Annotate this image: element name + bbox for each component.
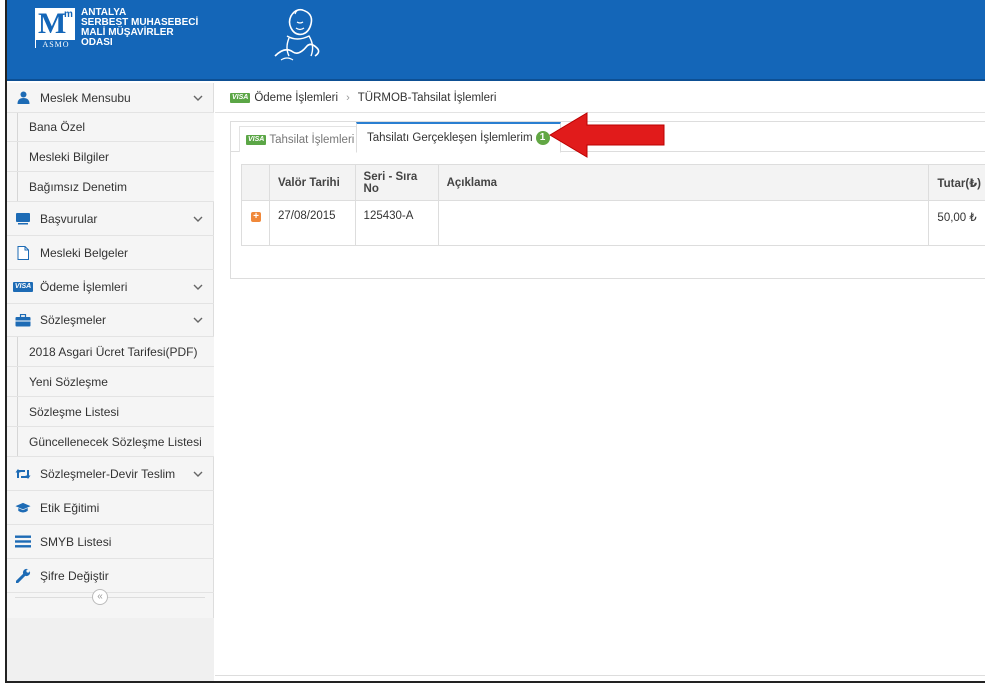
tab-tahsilati-gerceklesen-islemlerim[interactable]: Tahsilatı Gerçekleşen İşlemlerim 1 xyxy=(356,122,561,153)
chevron-down-icon xyxy=(193,284,203,290)
column-header-tutar[interactable]: Tutar(₺) xyxy=(928,164,985,201)
main-content: VISA Ödeme İşlemleri › TÜRMOB-Tahsilat İ… xyxy=(215,83,985,681)
breadcrumb-item-odeme-islemleri[interactable]: Ödeme İşlemleri xyxy=(254,92,338,104)
sidebar-subitem-yeni-sozlesme[interactable]: Yeni Sözleşme xyxy=(7,367,214,397)
document-icon xyxy=(15,245,31,260)
org-name: ANTALYA SERBEST MUHASEBECİ MALİ MÜŞAVİRL… xyxy=(81,8,198,48)
sidebar-item-label: 2018 Asgari Ücret Tarifesi(PDF) xyxy=(29,344,198,359)
sidebar-item-label: Sözleşmeler xyxy=(40,313,107,327)
table-header-row: Valör Tarihi Seri - Sıra No Açıklama Tut… xyxy=(241,164,985,201)
visa-icon: VISA xyxy=(12,281,34,292)
sidebar-item-label: Mesleki Belgeler xyxy=(40,245,129,260)
chevron-down-icon xyxy=(193,95,203,101)
main-footer-divider xyxy=(215,675,985,676)
sidebar-item-label: Mesleki Bilgiler xyxy=(29,149,110,164)
tab-label: Tahsilat İşlemleri xyxy=(269,133,355,146)
plus-icon[interactable]: + xyxy=(251,212,261,222)
sidebar-subitem-asgari-ucret-tarifesi[interactable]: 2018 Asgari Ücret Tarifesi(PDF) xyxy=(7,337,214,367)
sidebar-item-label: Yeni Sözleşme xyxy=(29,374,108,389)
visa-icon: VISA xyxy=(230,92,251,103)
sidebar-item-sifre-degistir[interactable]: Şifre Değiştir xyxy=(7,559,214,593)
sidebar-item-label: Ödeme İşlemleri xyxy=(40,279,128,294)
sidebar-item-sozlesmeler-devir-teslim[interactable]: Sözleşmeler-Devir Teslim xyxy=(7,457,214,491)
tab-tahsilat-islemleri[interactable]: VISA Tahsilat İşlemleri xyxy=(239,126,362,152)
sidebar-item-label: Bağımsız Denetim xyxy=(29,179,128,194)
asmo-logo[interactable]: M m ASMO ANTALYA SERBEST MUHASEBECİ MALİ… xyxy=(35,7,198,49)
sidebar-item-odeme-islemleri[interactable]: VISA Ödeme İşlemleri xyxy=(7,270,214,304)
briefcase-icon xyxy=(15,313,31,327)
sidebar-item-basvurular[interactable]: Başvurular xyxy=(7,202,214,236)
wrench-icon xyxy=(15,568,31,583)
sidebar-item-label: Sözleşme Listesi xyxy=(29,404,120,419)
sidebar-subitem-mesleki-bilgiler[interactable]: Mesleki Bilgiler xyxy=(7,142,214,172)
app-frame: M m ASMO ANTALYA SERBEST MUHASEBECİ MALİ… xyxy=(5,0,985,683)
sidebar-item-meslek-mensubu[interactable]: Meslek Mensubu xyxy=(7,83,214,113)
sidebar-item-label: Şifre Değiştir xyxy=(40,568,109,583)
user-icon xyxy=(15,91,31,105)
logo-letter: M xyxy=(38,7,67,40)
sidebar-item-label: Sözleşmeler-Devir Teslim xyxy=(40,466,176,481)
tab-label: Tahsilatı Gerçekleşen İşlemlerim xyxy=(367,132,533,144)
breadcrumb-item-turmob-tahsilat: TÜRMOB-Tahsilat İşlemleri xyxy=(357,91,497,104)
column-header-seri-sira-no[interactable]: Seri - Sıra No xyxy=(354,164,439,201)
expand-column-header xyxy=(241,164,270,201)
top-header: M m ASMO ANTALYA SERBEST MUHASEBECİ MALİ… xyxy=(7,0,985,81)
column-header-valor-tarihi[interactable]: Valör Tarihi xyxy=(269,164,356,201)
sidebar-subitem-bagimsiz-denetim[interactable]: Bağımsız Denetim xyxy=(7,172,214,202)
breadcrumb: VISA Ödeme İşlemleri › TÜRMOB-Tahsilat İ… xyxy=(215,83,985,113)
sidebar-footer-area xyxy=(7,618,214,681)
ataturk-signature-icon xyxy=(274,8,320,61)
double-chevron-left-icon: « xyxy=(97,591,103,602)
tahsilat-table: Valör Tarihi Seri - Sıra No Açıklama Tut… xyxy=(241,164,985,246)
sidebar-item-label: SMYB Listesi xyxy=(40,534,112,549)
red-arrow-icon xyxy=(549,112,665,158)
monitor-icon xyxy=(15,212,31,226)
column-header-aciklama[interactable]: Açıklama xyxy=(437,164,930,201)
sidebar-item-mesleki-belgeler[interactable]: Mesleki Belgeler xyxy=(7,236,214,270)
cell-valor-tarihi: 27/08/2015 xyxy=(269,200,356,246)
sidebar-item-etik-egitimi[interactable]: Etik Eğitimi xyxy=(7,491,214,525)
logo-mark: M m ASMO xyxy=(35,7,76,49)
list-icon xyxy=(15,535,31,549)
retweet-icon xyxy=(15,467,31,481)
sidebar-subitem-guncellenecek-sozlesme-listesi[interactable]: Güncellenecek Sözleşme Listesi xyxy=(7,427,214,457)
sidebar-item-label: Güncellenecek Sözleşme Listesi xyxy=(29,434,202,449)
cell-seri-sira-no: 125430-A xyxy=(354,200,439,246)
cell-aciklama xyxy=(437,200,930,246)
chevron-down-icon xyxy=(193,471,203,477)
breadcrumb-separator: › xyxy=(346,91,350,104)
visa-icon: VISA xyxy=(246,134,267,145)
table-row[interactable]: + 27/08/2015 125430-A 50,00 ₺ xyxy=(241,200,985,246)
graduation-cap-icon xyxy=(15,501,31,515)
sidebar-item-smyb-listesi[interactable]: SMYB Listesi xyxy=(7,525,214,559)
sidebar-subitem-sozlesme-listesi[interactable]: Sözleşme Listesi xyxy=(7,397,214,427)
chevron-down-icon xyxy=(193,216,203,222)
cell-tutar: 50,00 ₺ xyxy=(928,200,985,246)
sidebar-item-label: Başvurular xyxy=(40,211,98,226)
sidebar-item-label: Meslek Mensubu xyxy=(40,90,131,105)
sidebar-subitem-bana-ozel[interactable]: Bana Özel xyxy=(7,113,214,142)
sidebar: Meslek Mensubu Bana Özel Mesleki Bilgile… xyxy=(7,83,214,681)
sidebar-item-label: Bana Özel xyxy=(29,120,86,134)
org-line: ODASI xyxy=(81,37,113,48)
collapse-divider xyxy=(15,597,205,598)
sidebar-item-label: Etik Eğitimi xyxy=(40,500,100,515)
chevron-down-icon xyxy=(193,317,203,323)
sidebar-item-sozlesmeler[interactable]: Sözleşmeler xyxy=(7,304,214,337)
row-expand-cell[interactable]: + xyxy=(241,200,270,246)
logo-sup: m xyxy=(64,9,73,20)
sidebar-collapse-button[interactable]: « xyxy=(92,589,108,605)
logo-badge: ASMO xyxy=(36,40,76,49)
